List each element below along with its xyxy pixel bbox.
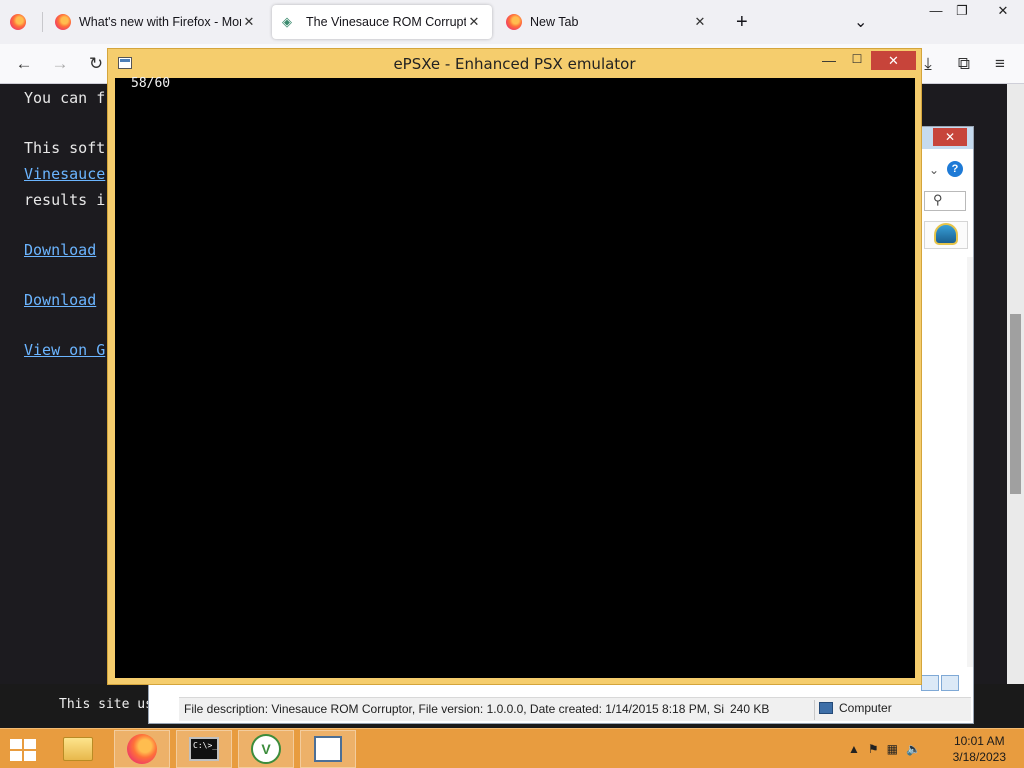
search-icon: ⚲ <box>933 192 943 207</box>
tab-title: New Tab <box>530 15 579 29</box>
page-scrollbar[interactable] <box>1007 84 1024 729</box>
search-input[interactable] <box>924 191 966 211</box>
clock-date: 3/18/2023 <box>952 750 1006 764</box>
details-status-bar: File description: Vinesauce ROM Corrupto… <box>179 697 971 721</box>
firefox-icon <box>10 14 26 30</box>
tab-new-tab[interactable]: New Tab ✕ <box>496 5 718 39</box>
close-tab-icon[interactable]: ✕ <box>241 14 257 30</box>
file-size: 240 KB <box>730 702 770 716</box>
explorer-scrollbar[interactable] <box>967 257 973 667</box>
epsxe-window: ePSXe - Enhanced PSX emulator — ☐ ✕ 58/6… <box>107 48 922 685</box>
clock-time: 10:01 AM <box>953 734 1005 748</box>
start-button[interactable] <box>9 738 37 762</box>
taskbar-command-prompt[interactable]: C:\>_ <box>176 730 232 768</box>
back-button[interactable]: ← <box>12 52 36 76</box>
fps-counter: 58/60 <box>131 76 171 91</box>
large-icons-view-icon[interactable] <box>941 675 959 691</box>
plus-icon: + <box>736 10 748 33</box>
shell-file-icon <box>934 223 958 245</box>
windows-logo-icon <box>10 739 22 749</box>
back-arrow-icon: ← <box>15 54 33 73</box>
epsxe-title-bar[interactable]: ePSXe - Enhanced PSX emulator — ☐ ✕ <box>108 49 921 77</box>
minimize-button[interactable]: — <box>818 52 840 70</box>
tab-title: The Vinesauce ROM Corruptor <box>306 15 466 29</box>
firefox-icon <box>506 14 522 30</box>
details-view-icon[interactable] <box>921 675 939 691</box>
firefox-icon <box>55 14 71 30</box>
tab-whats-new[interactable]: What's new with Firefox - More ✕ <box>45 5 267 39</box>
volume-muted-icon[interactable]: 🔈 <box>906 742 921 756</box>
browser-tab-bar: What's new with Firefox - More ✕ ◈ The V… <box>0 0 1024 44</box>
forward-arrow-icon: → <box>51 54 69 73</box>
command-prompt-icon: C:\>_ <box>189 737 219 761</box>
close-tab-icon[interactable]: ✕ <box>692 14 708 30</box>
chevron-down-icon[interactable]: ⌄ <box>929 163 939 177</box>
reload-icon: ↻ <box>88 54 104 73</box>
extensions-button[interactable]: ⧉ <box>952 52 976 76</box>
taskbar-vinesauce-rom-corruptor[interactable]: V <box>238 730 294 768</box>
reload-button[interactable]: ↻ <box>84 52 108 76</box>
view-mode-buttons[interactable] <box>921 675 963 695</box>
tab-firefox-view[interactable] <box>0 5 40 39</box>
close-button[interactable]: ✕ <box>871 51 916 70</box>
status-divider <box>814 700 815 720</box>
maximize-button[interactable]: ☐ <box>846 52 868 70</box>
taskbar: C:\>_ V ▲ ⚑ ▦ 🔈 10:01 AM 3/18/2023 <box>0 728 1024 768</box>
view-on-github-link[interactable]: View on G <box>24 341 105 359</box>
folder-icon <box>63 737 93 761</box>
clock[interactable]: 10:01 AM 3/18/2023 <box>953 733 1006 765</box>
explorer-close-button[interactable]: ✕ <box>933 128 967 146</box>
system-tray: ▲ ⚑ ▦ 🔈 <box>848 737 921 761</box>
download-link[interactable]: Download <box>24 241 96 259</box>
scrollbar-thumb[interactable] <box>1010 314 1021 494</box>
vinesauce-icon: ◈ <box>282 14 292 29</box>
file-description: File description: Vinesauce ROM Corrupto… <box>184 702 724 716</box>
list-all-tabs-button[interactable]: ⌄ <box>844 5 872 39</box>
location-label: Computer <box>839 701 892 715</box>
page-text-line: results i <box>24 191 106 209</box>
help-icon[interactable]: ? <box>947 161 963 177</box>
page-text-line: You can f <box>24 89 106 107</box>
download-link[interactable]: Download <box>24 291 96 309</box>
taskbar-epsxe[interactable] <box>300 730 356 768</box>
firefox-icon <box>127 734 157 764</box>
computer-icon <box>819 702 833 714</box>
tab-vinesauce[interactable]: ◈ The Vinesauce ROM Corruptor ✕ <box>272 5 492 39</box>
download-icon: ⤓ <box>924 54 932 73</box>
app-menu-button[interactable]: ≡ <box>988 52 1012 76</box>
network-icon[interactable]: ▦ <box>887 742 898 756</box>
taskbar-file-explorer[interactable] <box>50 730 106 768</box>
hamburger-menu-icon: ≡ <box>995 54 1005 73</box>
flag-icon[interactable]: ⚑ <box>868 742 879 756</box>
location-computer: Computer <box>819 701 892 715</box>
maximize-button[interactable]: ❐ <box>946 0 978 22</box>
close-tab-icon[interactable]: ✕ <box>466 14 482 30</box>
puzzle-icon: ⧉ <box>957 54 971 73</box>
new-tab-button[interactable]: + <box>726 5 754 39</box>
emulator-screen[interactable]: 58/60 <box>115 76 915 678</box>
page-text-line: This soft <box>24 139 106 157</box>
vinesauce-link[interactable]: Vinesauce <box>24 165 105 183</box>
epsxe-icon <box>314 736 342 762</box>
vinesauce-icon: V <box>251 734 281 764</box>
tab-title: What's new with Firefox - More <box>79 15 241 29</box>
forward-button[interactable]: → <box>48 52 72 76</box>
taskbar-firefox[interactable] <box>114 730 170 768</box>
window-title: ePSXe - Enhanced PSX emulator <box>393 55 636 73</box>
chevron-down-icon: ⌄ <box>854 14 868 31</box>
close-window-button[interactable]: ✕ <box>982 0 1024 22</box>
show-hidden-icons-button[interactable]: ▲ <box>848 742 860 756</box>
